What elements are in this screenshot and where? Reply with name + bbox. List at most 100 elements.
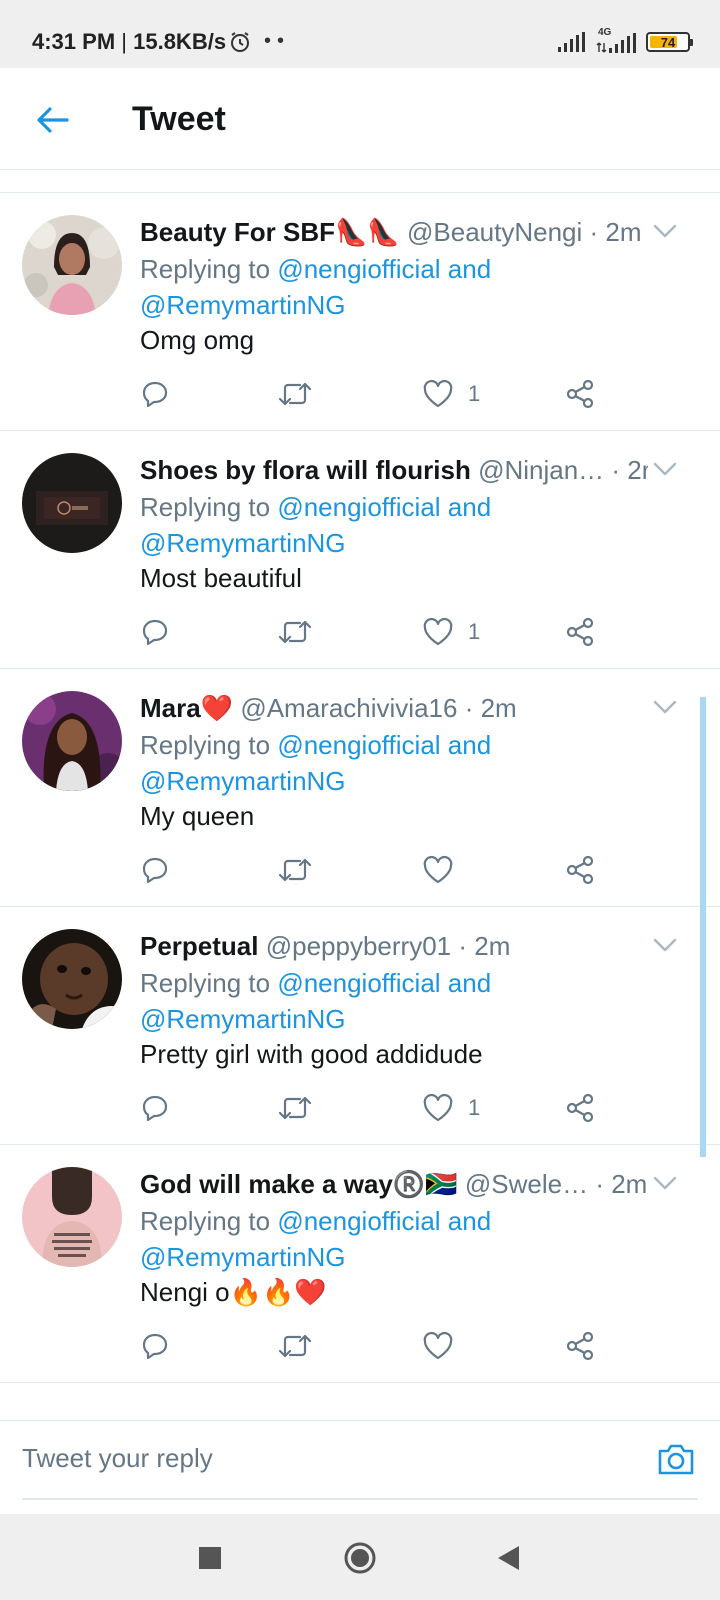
tweet-header: Mara❤️ @Amarachivivia16 · 2m — [140, 691, 648, 725]
tweet-author-name[interactable]: Beauty For SBF👠👠 — [140, 217, 400, 247]
tweet-author-handle[interactable]: @peppyberry01 — [266, 931, 451, 961]
reply-mention[interactable]: @nengiofficial and — [277, 1206, 491, 1236]
camera-icon[interactable] — [654, 1437, 698, 1481]
reply-button[interactable] — [140, 614, 170, 650]
replying-to: Replying to @nengiofficial and @Remymart… — [140, 1203, 560, 1275]
status-separator: | — [115, 29, 134, 54]
tweet-item[interactable]: Mara❤️ @Amarachivivia16 · 2m Replying to… — [0, 669, 720, 907]
reply-mention[interactable]: @RemymartinNG — [140, 528, 346, 558]
tweet-text: My queen — [140, 801, 255, 831]
tweet-header: Perpetual @peppyberry01 · 2m — [140, 929, 648, 963]
tweet-author-name[interactable]: God will make a way®️🇿🇦 — [140, 1169, 458, 1199]
tweet-time: · 2m — [589, 217, 642, 247]
speech-bubble-icon — [142, 619, 168, 646]
share-button[interactable] — [564, 852, 596, 888]
retweet-icon — [278, 1334, 312, 1358]
like-button[interactable]: 1 — [422, 376, 480, 412]
tweet-actions: 1 — [140, 376, 620, 412]
status-bar: 4:31 PM | 15.8KB/s •• 4G 74 — [0, 0, 720, 68]
reply-button[interactable] — [140, 1328, 170, 1364]
tweet-item[interactable]: God will make a way®️🇿🇦 @Swele… · 2m Rep… — [0, 1145, 720, 1383]
share-button[interactable] — [564, 376, 596, 412]
chevron-down-icon[interactable] — [650, 1173, 680, 1193]
avatar[interactable] — [22, 1167, 122, 1267]
avatar[interactable] — [22, 215, 122, 315]
share-icon — [566, 617, 594, 647]
recents-button[interactable] — [190, 1538, 230, 1578]
tweet-author-handle[interactable]: @BeautyNengi — [407, 217, 582, 247]
tweet-item[interactable]: Perpetual @peppyberry01 · 2m Replying to… — [0, 907, 720, 1145]
like-count: 1 — [468, 619, 481, 644]
share-button[interactable] — [564, 1328, 596, 1364]
like-button[interactable] — [422, 852, 468, 888]
retweet-icon — [278, 1096, 312, 1120]
signal-icon — [558, 32, 585, 52]
reply-mention[interactable]: @nengiofficial and — [277, 254, 491, 284]
reply-mention[interactable]: @RemymartinNG — [140, 1242, 346, 1272]
home-button[interactable] — [340, 1538, 380, 1578]
reply-mention[interactable]: @nengiofficial and — [277, 492, 491, 522]
tweet-header: Shoes by flora will flourish @Ninjan… · … — [140, 453, 648, 487]
status-time: 4:31 PM — [32, 29, 116, 54]
back-nav-button[interactable] — [488, 1538, 528, 1578]
tweet-item[interactable]: Shoes by flora will flourish @Ninjan… · … — [0, 431, 720, 669]
circle-icon — [344, 1542, 376, 1574]
retweet-button[interactable] — [278, 852, 312, 888]
reply-button[interactable] — [140, 376, 170, 412]
chevron-down-icon[interactable] — [650, 697, 680, 717]
share-icon — [566, 855, 594, 885]
like-button[interactable]: 1 — [422, 1090, 480, 1126]
chevron-down-icon[interactable] — [650, 221, 680, 241]
reply-mention[interactable]: @RemymartinNG — [140, 766, 346, 796]
share-button[interactable] — [564, 614, 596, 650]
reply-mention[interactable]: @nengiofficial and — [277, 730, 491, 760]
reply-mention[interactable]: @RemymartinNG — [140, 290, 346, 320]
avatar-image — [22, 1167, 122, 1267]
replying-to: Replying to @nengiofficial and @Remymart… — [140, 965, 560, 1037]
speech-bubble-icon — [142, 381, 168, 408]
retweet-button[interactable] — [278, 1090, 312, 1126]
avatar[interactable] — [22, 691, 122, 791]
retweet-icon — [278, 620, 312, 644]
scrollbar[interactable] — [700, 697, 706, 1157]
reply-input[interactable] — [22, 1443, 640, 1474]
tweet-item[interactable]: Beauty For SBF👠👠 @BeautyNengi · 2m Reply… — [0, 193, 720, 431]
back-button[interactable] — [30, 98, 74, 142]
avatar[interactable] — [22, 929, 122, 1029]
status-dots: •• — [264, 30, 291, 52]
replying-prefix: Replying to — [140, 968, 278, 998]
tweet-author-handle[interactable]: @Swele… — [465, 1169, 588, 1199]
retweet-icon — [278, 382, 312, 406]
tweet-author-handle[interactable]: @Amarachivivia16 — [240, 693, 457, 723]
tweet-author-name[interactable]: Perpetual — [140, 931, 259, 961]
reply-button[interactable] — [140, 852, 170, 888]
alarm-icon — [231, 32, 249, 52]
retweet-button[interactable] — [278, 614, 312, 650]
reply-mention[interactable]: @RemymartinNG — [140, 1004, 346, 1034]
arrow-left-icon — [37, 107, 69, 133]
app-header: Tweet — [0, 68, 720, 170]
reply-mention[interactable]: @nengiofficial and — [277, 968, 491, 998]
tweet-time: · 2m — [458, 931, 511, 961]
tweet-author-name[interactable]: Shoes by flora will flourish — [140, 455, 471, 485]
chevron-down-icon[interactable] — [650, 459, 680, 479]
share-button[interactable] — [564, 1090, 596, 1126]
avatar[interactable] — [22, 453, 122, 553]
tweet-text: Pretty girl with good addidude — [140, 1039, 483, 1069]
like-button[interactable]: 1 — [422, 614, 480, 650]
replying-prefix: Replying to — [140, 492, 278, 522]
chevron-down-icon[interactable] — [650, 935, 680, 955]
tweet-author-handle[interactable]: @Ninjan… — [478, 455, 604, 485]
tweet-actions — [140, 852, 620, 888]
tweet-time: · 2m — [464, 693, 517, 723]
tweet-author-name[interactable]: Mara❤️ — [140, 693, 233, 723]
retweet-button[interactable] — [278, 376, 312, 412]
reply-button[interactable] — [140, 1090, 170, 1126]
speech-bubble-icon — [142, 857, 168, 884]
status-time-speed: 4:31 PM | 15.8KB/s — [32, 29, 226, 55]
replying-prefix: Replying to — [140, 730, 278, 760]
retweet-button[interactable] — [278, 1328, 312, 1364]
reply-underline — [22, 1498, 698, 1500]
like-button[interactable] — [422, 1328, 468, 1364]
avatar-image — [22, 453, 122, 553]
